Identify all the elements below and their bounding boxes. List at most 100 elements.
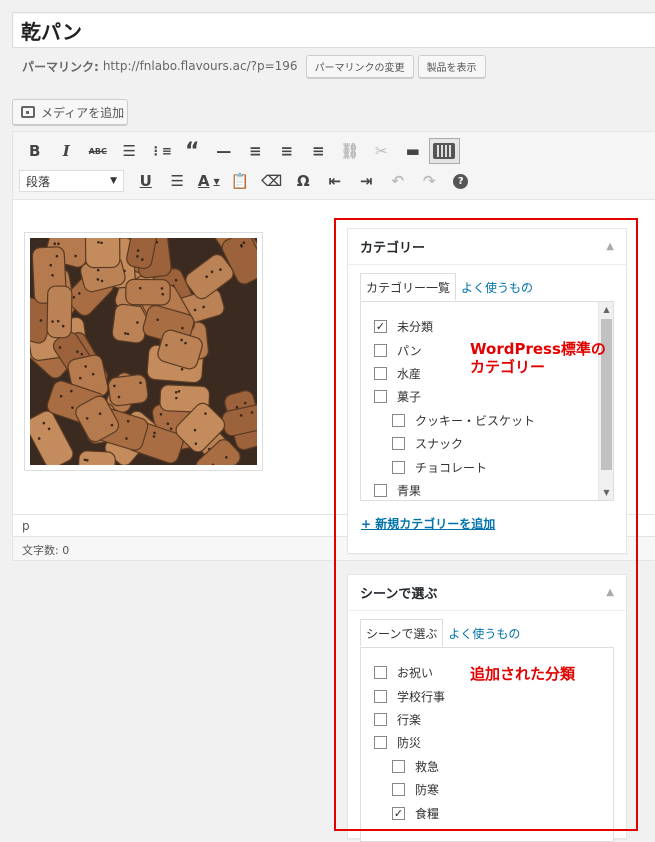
- scene-item-label: 学校行事: [397, 688, 445, 705]
- horizontal-rule-icon[interactable]: —: [208, 138, 240, 164]
- category-item[interactable]: 青果: [374, 479, 613, 501]
- bold-icon[interactable]: B: [19, 138, 51, 164]
- format-select[interactable]: 段落 ▼: [19, 170, 124, 192]
- special-character-icon[interactable]: Ω: [288, 168, 320, 194]
- checked-checkbox[interactable]: ✓: [392, 807, 405, 820]
- align-center-icon[interactable]: ≡: [271, 138, 303, 164]
- help-icon[interactable]: ?: [445, 168, 477, 194]
- checkbox[interactable]: [374, 713, 387, 726]
- scene-item[interactable]: 行楽: [374, 708, 613, 731]
- checkbox[interactable]: [374, 367, 387, 380]
- checkbox[interactable]: [374, 344, 387, 357]
- categories-header[interactable]: カテゴリー ▲: [348, 229, 626, 265]
- clear-formatting-icon[interactable]: ⌫: [256, 168, 288, 194]
- scene-item-label: 食糧: [415, 805, 439, 822]
- align-right-icon[interactable]: ≡: [303, 138, 335, 164]
- scenes-header[interactable]: シーンで選ぶ ▲: [348, 575, 626, 611]
- checkbox[interactable]: [374, 736, 387, 749]
- categories-scrollbar[interactable]: ▲ ▼: [598, 302, 613, 500]
- category-annotation: WordPress標準の カテゴリー: [470, 340, 606, 376]
- checkbox[interactable]: [392, 461, 405, 474]
- category-item-label: 未分類: [397, 318, 433, 335]
- scene-item-label: 行楽: [397, 711, 421, 728]
- unlink-icon[interactable]: ✂: [366, 138, 398, 164]
- scene-item[interactable]: 防寒: [374, 778, 613, 801]
- collapse-arrow-icon[interactable]: ▲: [606, 587, 614, 598]
- category-item-label: チョコレート: [415, 459, 487, 476]
- post-title-input[interactable]: 乾パン: [12, 12, 655, 48]
- checkbox[interactable]: [374, 690, 387, 703]
- checkbox[interactable]: [374, 484, 387, 497]
- change-permalink-button[interactable]: パーマリンクの変更: [306, 55, 414, 78]
- indent-icon[interactable]: ⇥: [351, 168, 383, 194]
- scene-item[interactable]: 救急: [374, 755, 613, 778]
- toolbar-row-2: 段落 ▼ U ☰ A▼ 📋 ⌫ Ω ⇤ ⇥ ↶ ↷ ?: [19, 168, 477, 194]
- numbered-list-icon[interactable]: ⋮≡: [145, 138, 177, 164]
- cracker: [126, 279, 171, 305]
- format-select-value: 段落: [26, 173, 50, 190]
- category-item[interactable]: 菓子: [374, 385, 613, 408]
- category-item-label: 菓子: [397, 388, 421, 405]
- categories-checklist: ✓未分類パン水産菓子クッキー・ビスケットスナックチョコレート青果 ▲ ▼: [360, 301, 614, 501]
- tab-scenes-most-used[interactable]: よく使うもの: [443, 619, 525, 647]
- category-item[interactable]: ✓ 未分類: [374, 315, 613, 338]
- add-new-category-link[interactable]: + 新規カテゴリーを追加: [361, 515, 495, 532]
- scene-item-label: 防寒: [415, 781, 439, 798]
- content-image[interactable]: [24, 232, 263, 471]
- checkbox[interactable]: [392, 783, 405, 796]
- bullet-list-icon[interactable]: ☰: [114, 138, 146, 164]
- category-item-label: スナック: [415, 435, 463, 452]
- checked-checkbox[interactable]: ✓: [374, 320, 387, 333]
- scenes-title: シーンで選ぶ: [360, 583, 437, 602]
- category-item[interactable]: クッキー・ビスケット: [374, 409, 613, 432]
- cracker: [47, 286, 72, 338]
- add-media-label: メディアを追加: [41, 104, 124, 121]
- scenes-tabs: シーンで選ぶ よく使うもの: [360, 619, 525, 647]
- add-media-button[interactable]: メディアを追加: [12, 99, 128, 125]
- checkbox[interactable]: [374, 390, 387, 403]
- justify-icon[interactable]: ☰: [162, 168, 194, 194]
- cracker: [78, 451, 116, 465]
- paste-as-text-icon[interactable]: 📋: [225, 168, 257, 194]
- tab-scenes[interactable]: シーンで選ぶ: [360, 619, 443, 647]
- permalink-bar: パーマリンク: http://fnlabo.flavours.ac/?p=196…: [22, 54, 486, 78]
- scene-item[interactable]: 防災: [374, 731, 613, 754]
- outdent-icon[interactable]: ⇤: [319, 168, 351, 194]
- undo-icon[interactable]: ↶: [382, 168, 414, 194]
- category-annotation-line1: WordPress標準の: [470, 340, 606, 358]
- redo-icon[interactable]: ↷: [414, 168, 446, 194]
- underline-icon[interactable]: U: [130, 168, 162, 194]
- strikethrough-icon[interactable]: ABC: [82, 138, 114, 164]
- read-more-icon[interactable]: ▬: [397, 138, 429, 164]
- editor-toolbar: B I ABC ☰ ⋮≡ “ — ≡ ≡ ≡ ⛓ ✂ ▬ 段落 ▼ U ☰ A▼…: [13, 132, 655, 200]
- category-item-label: クッキー・ビスケット: [415, 412, 535, 429]
- permalink-label: パーマリンク:: [22, 58, 99, 75]
- scene-item[interactable]: ✓ 食糧: [374, 801, 613, 824]
- category-item[interactable]: スナック: [374, 432, 613, 455]
- scroll-down-icon[interactable]: ▼: [599, 485, 614, 500]
- toolbar-toggle-icon[interactable]: [429, 138, 461, 164]
- category-item-label: 青果: [397, 482, 421, 499]
- checkbox[interactable]: [374, 666, 387, 679]
- scene-item[interactable]: 学校行事: [374, 684, 613, 707]
- category-annotation-line2: カテゴリー: [470, 358, 606, 376]
- insert-link-icon[interactable]: ⛓: [334, 138, 366, 164]
- checkbox[interactable]: [392, 760, 405, 773]
- scenes-box: シーンで選ぶ ▲ シーンで選ぶ よく使うもの お祝い学校行事行楽防災救急防寒✓食…: [347, 574, 627, 839]
- crackers-image: [30, 238, 257, 465]
- tab-most-used[interactable]: よく使うもの: [456, 273, 538, 301]
- tab-all-categories[interactable]: カテゴリー一覧: [360, 273, 456, 301]
- view-product-button[interactable]: 製品を表示: [418, 55, 486, 78]
- permalink-url[interactable]: http://fnlabo.flavours.ac/?p=196: [103, 59, 298, 73]
- category-item[interactable]: チョコレート: [374, 455, 613, 478]
- checkbox[interactable]: [392, 414, 405, 427]
- collapse-arrow-icon[interactable]: ▲: [606, 241, 614, 252]
- scroll-up-icon[interactable]: ▲: [599, 302, 614, 317]
- blockquote-icon[interactable]: “: [177, 138, 209, 164]
- align-left-icon[interactable]: ≡: [240, 138, 272, 164]
- italic-icon[interactable]: I: [51, 138, 83, 164]
- checkbox[interactable]: [392, 437, 405, 450]
- cracker: [85, 238, 120, 268]
- text-color-icon[interactable]: A▼: [193, 168, 225, 194]
- categories-box: カテゴリー ▲ カテゴリー一覧 よく使うもの ✓未分類パン水産菓子クッキー・ビス…: [347, 228, 627, 554]
